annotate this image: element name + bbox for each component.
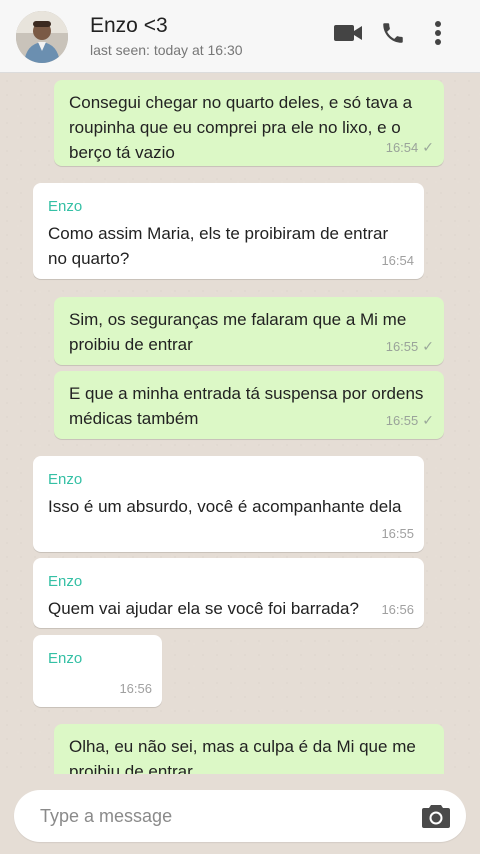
- chat-area[interactable]: Consegui chegar no quarto deles, e só ta…: [0, 74, 480, 774]
- message-meta: 16:55: [381, 521, 414, 546]
- message-time: 16:55: [385, 339, 419, 354]
- message-bubble-outgoing[interactable]: Consegui chegar no quarto deles, e só ta…: [54, 80, 444, 166]
- message-meta: 16:54 ✓: [386, 135, 434, 160]
- message-text: E que a minha entrada tá suspensa por or…: [69, 384, 424, 428]
- last-seen-status: last seen: today at 16:30: [90, 42, 243, 58]
- message-bubble-incoming[interactable]: Enzo 16:56: [33, 635, 162, 707]
- message-meta: 16:56: [381, 597, 414, 622]
- message-meta: 16:56: [119, 676, 152, 701]
- message-bubble-outgoing[interactable]: Olha, eu não sei, mas a culpa é da Mi qu…: [54, 724, 444, 774]
- message-input[interactable]: [40, 790, 400, 842]
- chat-header: Enzo <3 last seen: today at 16:30: [0, 0, 480, 73]
- sent-check-icon: ✓: [422, 338, 434, 354]
- message-meta: 16:55 ✓: [386, 334, 434, 359]
- message-sender: Enzo: [48, 650, 83, 667]
- message-text: Como assim Maria, els te proibiram de en…: [48, 224, 389, 268]
- message-meta: 16:55 ✓: [386, 408, 434, 433]
- message-text: Sim, os seguranças me falaram que a Mi m…: [69, 310, 407, 354]
- more-options-icon[interactable]: [420, 18, 456, 48]
- message-text: Olha, eu não sei, mas a culpa é da Mi qu…: [69, 737, 416, 774]
- message-time: 16:56: [119, 681, 152, 696]
- message-sender: Enzo: [48, 471, 83, 488]
- message-time: 16:56: [381, 602, 414, 617]
- sent-check-icon: ✓: [422, 139, 434, 155]
- message-sender: Enzo: [48, 198, 83, 215]
- message-time: 16:54: [385, 140, 419, 155]
- avatar[interactable]: [16, 11, 68, 63]
- message-text: Quem vai ajudar ela se você foi barrada?: [48, 599, 359, 618]
- message-time: 16:54: [381, 253, 414, 268]
- message-time: 16:55: [381, 526, 414, 541]
- message-sender: Enzo: [48, 573, 83, 590]
- message-meta: 16:54: [381, 248, 414, 273]
- sent-check-icon: ✓: [422, 412, 434, 428]
- camera-icon[interactable]: [420, 801, 452, 831]
- message-bubble-outgoing[interactable]: E que a minha entrada tá suspensa por or…: [54, 371, 444, 439]
- message-composer: [0, 774, 480, 854]
- video-call-icon[interactable]: [330, 18, 366, 48]
- contact-name[interactable]: Enzo <3: [90, 14, 168, 38]
- message-text: Consegui chegar no quarto deles, e só ta…: [69, 93, 413, 162]
- message-bubble-incoming[interactable]: Enzo Quem vai ajudar ela se você foi bar…: [33, 558, 424, 628]
- message-text: Isso é um absurdo, você é acompanhante d…: [48, 497, 402, 516]
- voice-call-icon[interactable]: [375, 18, 411, 48]
- message-input-container: [14, 790, 466, 842]
- message-bubble-incoming[interactable]: Enzo Isso é um absurdo, você é acompanha…: [33, 456, 424, 552]
- message-bubble-outgoing[interactable]: Sim, os seguranças me falaram que a Mi m…: [54, 297, 444, 365]
- message-bubble-incoming[interactable]: Enzo Como assim Maria, els te proibiram …: [33, 183, 424, 279]
- message-time: 16:55: [385, 413, 419, 428]
